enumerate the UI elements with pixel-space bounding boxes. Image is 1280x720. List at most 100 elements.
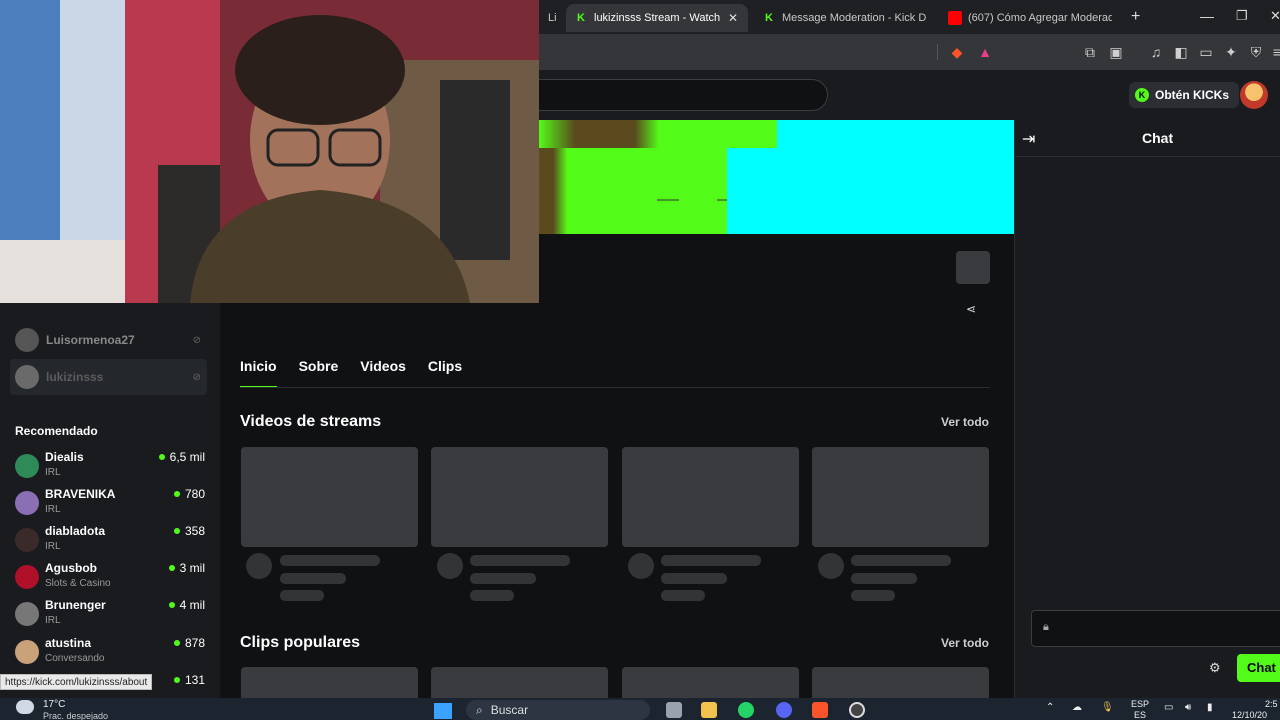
gear-icon[interactable]: ⚙ bbox=[1209, 660, 1221, 676]
skeleton-line bbox=[661, 573, 727, 584]
sidebar-item-recommended[interactable]: BRAVENIKA IRL 780 bbox=[15, 487, 205, 521]
viewer-count: 878 bbox=[173, 636, 205, 650]
browser-tab-2[interactable]: K lukizinsss Stream - Watch Li ✕ bbox=[566, 4, 748, 32]
battery-icon[interactable]: ▮ bbox=[1207, 702, 1213, 713]
skeleton-line bbox=[280, 555, 380, 566]
close-window-icon[interactable]: ✕ bbox=[1270, 8, 1280, 24]
extensions-icon[interactable]: ⧉ bbox=[1081, 43, 1099, 61]
get-kicks-button[interactable]: K Obtén KICKs bbox=[1129, 82, 1240, 108]
browser-tab-4[interactable]: (607) Cómo Agregar Moderador bbox=[940, 4, 1120, 32]
brave-icon[interactable] bbox=[812, 702, 828, 718]
video-thumbnail[interactable] bbox=[431, 447, 608, 547]
divider bbox=[937, 44, 938, 60]
whatsapp-icon[interactable] bbox=[738, 702, 754, 718]
onedrive-icon[interactable]: ☁ bbox=[1072, 702, 1082, 713]
tab-sobre[interactable]: Sobre bbox=[299, 358, 339, 388]
channel-name: Diealis bbox=[45, 450, 84, 464]
clip-thumbnail[interactable] bbox=[431, 667, 608, 698]
chat-message-input[interactable]: 🔒︎ bbox=[1031, 610, 1280, 647]
glitched-video-frame bbox=[539, 120, 1014, 234]
tab-clips[interactable]: Clips bbox=[428, 358, 462, 388]
leo-ai-icon[interactable]: ✦ bbox=[1222, 43, 1240, 61]
viewer-count: 4 mil bbox=[168, 598, 205, 612]
tab-title: Message Moderation - Kick Das bbox=[782, 12, 926, 24]
minimize-icon[interactable]: — bbox=[1200, 8, 1214, 24]
video-thumbnail[interactable] bbox=[241, 447, 418, 547]
discord-icon[interactable] bbox=[776, 702, 792, 718]
screenshot-icon[interactable]: ▣ bbox=[1107, 43, 1125, 61]
language-indicator[interactable]: ESP bbox=[1131, 699, 1149, 709]
new-tab-button[interactable]: + bbox=[1131, 8, 1140, 26]
brave-rewards-icon[interactable]: ▲ bbox=[976, 43, 994, 61]
sidebar-item-following[interactable]: Luisormenoa27 ⊘ bbox=[10, 322, 207, 358]
video-thumbnail[interactable] bbox=[812, 447, 989, 547]
brave-shield-icon[interactable]: ◆ bbox=[948, 43, 966, 61]
sidebar-item-recommended[interactable]: atustina Conversando 878 bbox=[15, 636, 205, 670]
wallet-icon[interactable]: ▭ bbox=[1197, 43, 1215, 61]
tab-title: lukizinsss Stream - Watch Li bbox=[594, 12, 720, 24]
channel-category: IRL bbox=[45, 504, 61, 515]
weather-desc: Prac. despejado bbox=[43, 711, 109, 720]
live-dot-icon bbox=[173, 491, 180, 497]
browser-tab-3[interactable]: K Message Moderation - Kick Das bbox=[754, 4, 934, 32]
webcam-overlay bbox=[0, 0, 539, 303]
sidebar-item-recommended[interactable]: Brunenger IRL 4 mil bbox=[15, 598, 205, 632]
microphone-icon[interactable]: 🎙︎ bbox=[1101, 702, 1114, 713]
video-player[interactable] bbox=[539, 120, 1014, 234]
vpn-icon[interactable]: ⛨ bbox=[1247, 43, 1265, 61]
video-thumbnail[interactable] bbox=[622, 447, 799, 547]
browser-tab-1[interactable]: Li bbox=[540, 4, 560, 32]
skeleton-avatar bbox=[818, 553, 844, 579]
clip-thumbnail[interactable] bbox=[622, 667, 799, 698]
windows-start-icon[interactable] bbox=[434, 703, 452, 719]
sidebar-item-recommended[interactable]: Agusbob Slots & Casino 3 mil bbox=[15, 561, 205, 595]
restore-icon[interactable]: ❐ bbox=[1236, 8, 1248, 24]
user-avatar[interactable] bbox=[1240, 81, 1268, 109]
tab-inicio[interactable]: Inicio bbox=[240, 358, 277, 388]
sidebar-item-recommended[interactable]: diabladota IRL 358 bbox=[15, 524, 205, 558]
taskbar-search-label: Buscar bbox=[490, 703, 529, 717]
viewer-count: 780 bbox=[173, 487, 205, 501]
collapse-chat-icon[interactable]: ⇥ bbox=[1022, 129, 1035, 149]
clip-thumbnail[interactable] bbox=[241, 667, 418, 698]
see-all-streams-link[interactable]: Ver todo bbox=[941, 415, 989, 429]
menu-icon[interactable]: ≡ bbox=[1268, 43, 1280, 61]
skeleton-line bbox=[280, 590, 324, 601]
network-icon[interactable]: ▭ bbox=[1164, 702, 1173, 713]
taskbar-search[interactable]: ⌕ Buscar bbox=[466, 700, 650, 720]
weather-icon[interactable] bbox=[16, 700, 34, 714]
search-input[interactable] bbox=[500, 79, 828, 111]
sidebar-icon[interactable]: ◧ bbox=[1172, 43, 1190, 61]
skeleton-line bbox=[851, 590, 895, 601]
follow-button-placeholder[interactable] bbox=[956, 251, 990, 284]
kick-icon: K bbox=[765, 12, 773, 24]
skeleton-avatar bbox=[437, 553, 463, 579]
chevron-up-icon[interactable]: ⌃ bbox=[1046, 702, 1054, 713]
see-all-clips-link[interactable]: Ver todo bbox=[941, 636, 989, 650]
channel-name: Luisormenoa27 bbox=[46, 333, 135, 347]
sidebar-item-following[interactable]: lukizinsss ⊘ bbox=[10, 359, 207, 395]
search-icon: ⌕ bbox=[476, 702, 483, 717]
music-icon[interactable]: ♫ bbox=[1147, 43, 1165, 61]
obs-icon[interactable] bbox=[849, 702, 865, 718]
channel-name: BRAVENIKA bbox=[45, 487, 116, 501]
send-chat-button[interactable]: Chat bbox=[1237, 654, 1280, 682]
close-tab-icon[interactable]: ✕ bbox=[728, 11, 738, 25]
viewer-count-value: 358 bbox=[184, 524, 205, 538]
file-explorer-icon[interactable] bbox=[701, 702, 717, 718]
viewer-count-value: 131 bbox=[184, 673, 205, 687]
tab-videos[interactable]: Videos bbox=[360, 358, 406, 388]
channel-category: Slots & Casino bbox=[45, 578, 111, 589]
task-view-icon[interactable] bbox=[666, 702, 682, 718]
skeleton-line bbox=[470, 590, 514, 601]
volume-icon[interactable]: 🔊︎ bbox=[1185, 702, 1191, 713]
avatar bbox=[15, 528, 39, 552]
sidebar-item-recommended[interactable]: Diealis IRL 6,5 mil bbox=[15, 450, 205, 484]
avatar bbox=[15, 365, 39, 389]
share-icon[interactable]: ⋖ bbox=[966, 302, 976, 316]
skeleton-line bbox=[470, 573, 536, 584]
weather-temp: 17°C bbox=[43, 699, 66, 710]
tab-title: Li bbox=[548, 12, 557, 24]
clip-thumbnail[interactable] bbox=[812, 667, 989, 698]
skeleton-line bbox=[280, 573, 346, 584]
